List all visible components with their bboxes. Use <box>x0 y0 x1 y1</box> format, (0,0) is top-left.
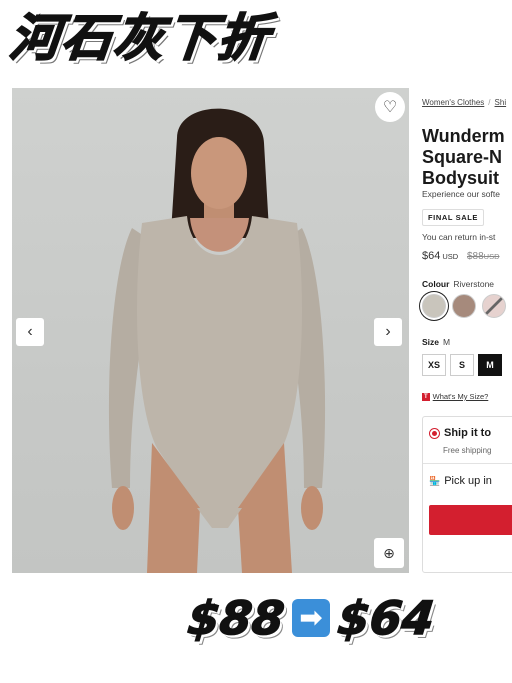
swatch-riverstone[interactable] <box>422 294 446 318</box>
product-image[interactable]: ♡ ‹ › ⊕ <box>12 88 409 573</box>
whats-my-size[interactable]: T What's My Size? <box>422 392 488 401</box>
final-sale-badge: FINAL SALE <box>422 209 485 226</box>
product-title: Wunderm Square-N Bodysuit <box>422 126 505 189</box>
colour-swatches <box>422 294 506 318</box>
zoom-in-icon[interactable]: ⊕ <box>374 538 404 568</box>
breadcrumb: Women's Clothes / Shi <box>422 98 507 107</box>
add-to-bag-button[interactable] <box>429 505 512 535</box>
size-s-button[interactable]: S <box>450 354 474 376</box>
colour-value: Riverstone <box>453 279 495 289</box>
model-illustration <box>108 108 326 573</box>
ship-option[interactable]: Ship it to <box>429 427 491 439</box>
deal-was-price: $88 <box>184 590 287 646</box>
size-label: Size <box>422 337 440 347</box>
size-m-button[interactable]: M <box>478 354 502 376</box>
swatch-color[interactable] <box>452 294 476 318</box>
price: $64 USD $88USD <box>422 250 500 262</box>
next-image-button[interactable]: › <box>374 318 402 346</box>
size-value: M <box>443 337 451 347</box>
ship-title: Ship it to <box>444 427 492 439</box>
store-icon: 🏪 <box>429 475 441 486</box>
price-drop-callout: $88 ➡ $64 <box>184 590 437 646</box>
colour-label: Colour <box>422 279 450 289</box>
product-title-line: Wunderm <box>422 126 505 146</box>
breadcrumb-shirts[interactable]: Shi <box>495 98 507 107</box>
return-note: You can return in-st <box>422 232 496 242</box>
original-price: $88 <box>466 251 484 262</box>
product-description: Experience our softe <box>422 189 500 199</box>
breadcrumb-womens-clothes[interactable]: Women's Clothes <box>422 98 484 107</box>
size-options: XS S M <box>422 354 502 376</box>
size-row: Size M <box>422 337 450 347</box>
fulfillment-box: Ship it to Free shipping 🏪 Pick up in <box>422 416 512 573</box>
product-title-line: Bodysuit <box>422 168 500 188</box>
product-title-line: Square-N <box>422 147 503 167</box>
colour-row: Colour Riverstone <box>422 279 494 289</box>
previous-image-button[interactable]: ‹ <box>16 318 44 346</box>
whats-my-size-link[interactable]: What's My Size? <box>433 392 489 401</box>
current-price-currency: USD <box>442 252 459 261</box>
wishlist-heart-icon[interactable]: ♡ <box>375 92 405 122</box>
original-price-currency: USD <box>483 252 500 261</box>
current-price: $64 <box>422 250 441 262</box>
arrow-right-icon: ➡ <box>292 599 331 637</box>
pickup-title: Pick up in <box>444 475 492 487</box>
ship-subtitle: Free shipping <box>443 446 492 455</box>
banner-title: 河石灰下折 <box>6 8 274 68</box>
divider <box>423 463 512 464</box>
ship-radio-icon[interactable] <box>429 427 440 439</box>
pickup-option[interactable]: 🏪 Pick up in <box>429 475 492 487</box>
size-tool-icon: T <box>422 392 430 401</box>
size-xs-button[interactable]: XS <box>422 354 446 376</box>
swatch-color[interactable] <box>482 294 506 318</box>
deal-now-price: $64 <box>334 590 437 646</box>
product-info-panel: Women's Clothes / Shi Wunderm Square-N Bod… <box>418 88 512 573</box>
